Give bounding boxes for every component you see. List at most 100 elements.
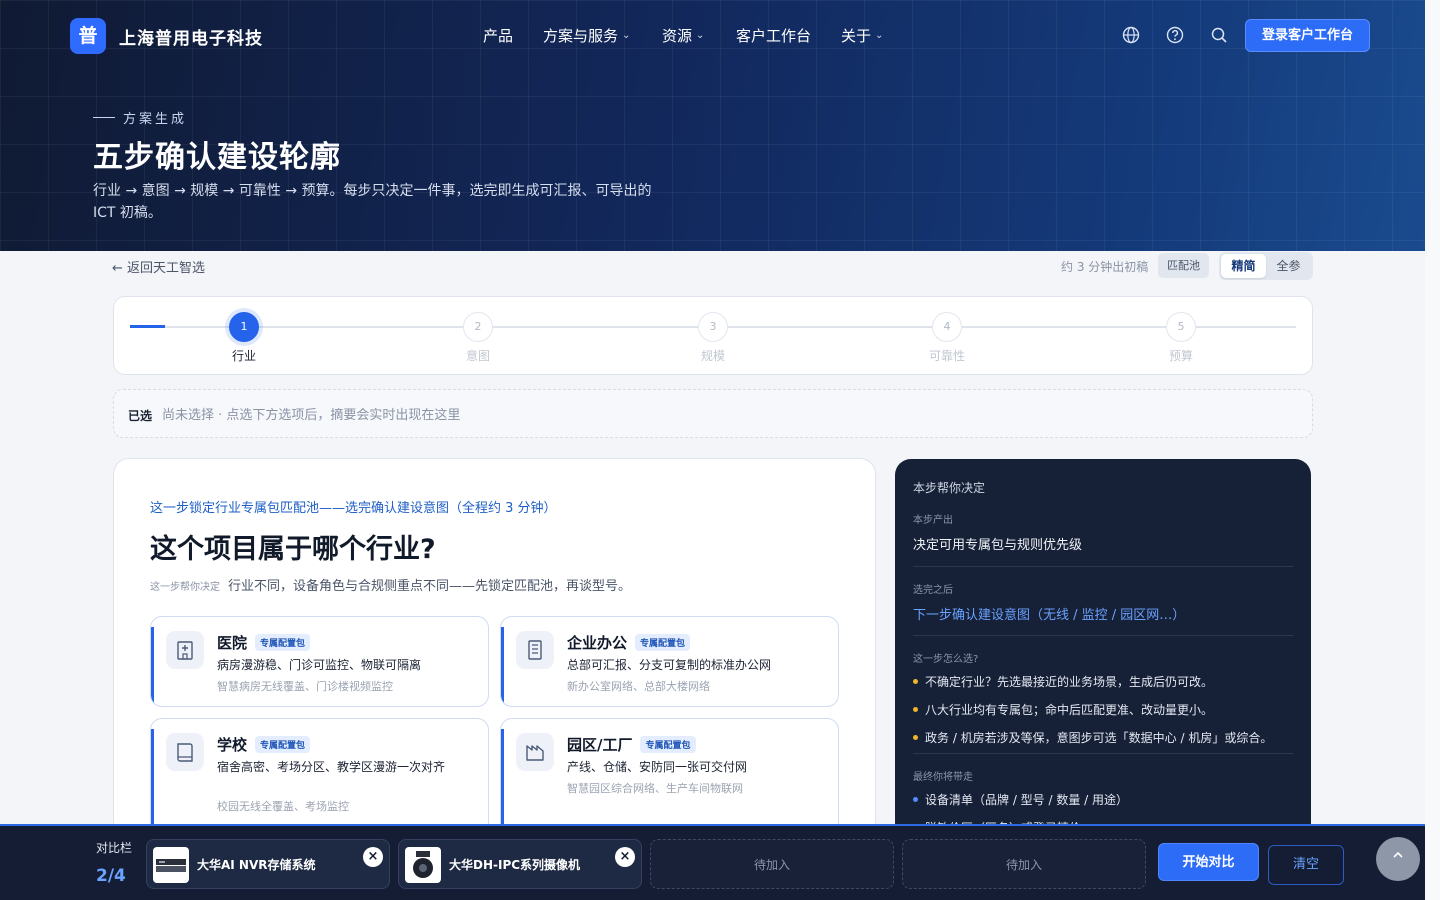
step-label: 可靠性 [928,349,965,363]
bullet [913,679,918,684]
compare-slot-4[interactable]: 待加入 [902,839,1146,889]
back-link[interactable]: ← 返回天工智选 [112,257,205,276]
nvr-thumbnail [153,847,189,883]
step-number: 3 [698,312,728,342]
compare-slot-1[interactable]: 大华AI NVR存储系统 × [146,839,390,889]
question-hint: 这一步帮你决定 行业不同，设备角色与合规侧重点不同——先锁定匹配池，再谈型号。 [150,575,631,594]
step-label: 意图 [465,349,490,363]
scrollbar[interactable] [1425,0,1440,900]
selection-summary: 已选 尚未选择 · 点选下方选项后，摘要会实时出现在这里 [113,389,1313,438]
bullet [913,735,918,740]
chevron-down-icon: ⌄ [696,30,705,41]
side-output-value: 决定可用专属包与规则优先级 [913,538,1083,553]
side-next: 选完之后 下一步确认建设意图（无线 / 监控 / 园区网…） [913,581,1293,623]
chevron-down-icon: ⌄ [875,30,884,41]
compare-slot-3[interactable]: 待加入 [650,839,894,889]
divider [913,753,1293,754]
chevron-down-icon: ⌄ [622,30,631,41]
compare-item-name: 大华AI NVR存储系统 [197,858,316,872]
page-title: 五步确认建设轮廓 [93,140,341,175]
start-compare-button[interactable]: 开始对比 [1158,843,1259,881]
top-nav: 普 上海普用电子科技 产品 方案与服务 ⌄ 资源 ⌄ 客户工作台 关于 ⌄ 登录客户工… [0,0,1425,70]
mode-compact[interactable]: 精简 [1221,254,1266,278]
option-sub: 智慧园区综合网络、生产车间物联网 [567,782,743,795]
bullet [913,797,918,802]
hint-text: 行业不同，设备角色与合规侧重点不同——先锁定匹配池，再谈型号。 [228,579,632,594]
option-title: 企业办公 [567,634,628,652]
industry-option-hospital[interactable]: 医院 专属配置包 病房漫游稳、门诊可监控、物联可隔离 智慧病房无线覆盖、门诊楼视频… [150,616,489,707]
side-how: 这一步怎么选? 不确定行业？先选最接近的业务场景，生成后仍可改。 八大行业均有专… [913,650,1293,746]
step-2[interactable]: 2 意图 [438,312,518,364]
option-desc: 病房漫游稳、门诊可监控、物联可隔离 [217,658,422,672]
exclusive-badge: 专属配置包 [640,736,696,753]
divider [913,566,1293,567]
nav-label: 资源 [662,27,693,45]
step-3[interactable]: 3 规模 [673,312,753,364]
option-name: 医院 专属配置包 [217,632,311,653]
nav-resources[interactable]: 资源 ⌄ [662,25,704,46]
nav-about[interactable]: 关于 ⌄ [841,25,883,46]
clear-button[interactable]: 清空 [1268,845,1344,885]
close-icon[interactable]: × [615,847,635,867]
step-number: 5 [1166,312,1196,342]
hint-prefix: 这一步帮你决定 [150,582,220,593]
compare-placeholder: 待加入 [1005,858,1042,872]
back-to-top-button[interactable] [1376,837,1420,881]
exclusive-badge: 专属配置包 [255,736,311,753]
side-output-label: 本步产出 [913,515,953,526]
hero-description: 行业 → 意图 → 规模 → 可靠性 → 预算。每步只决定一件事，选完即生成可汇… [93,183,652,221]
step-4[interactable]: 4 可靠性 [907,312,987,364]
login-button[interactable]: 登录客户工作台 [1245,19,1370,52]
side-next-value: 下一步确认建设意图（无线 / 监控 / 园区网…） [913,608,1186,623]
mode-full[interactable]: 全参 [1266,254,1311,278]
compare-placeholder: 待加入 [753,858,790,872]
compare-slot-2[interactable]: 大华DH-IPC系列摄像机 × [398,839,642,889]
side-next-label: 选完之后 [913,585,953,596]
step-label: 预算 [1168,349,1193,363]
how-item: 政务 / 机房若涉及等保，意图步可选「数据中心 / 机房」或综合。 [913,729,1293,746]
question-kicker: 这一步锁定行业专属包匹配池——选完确认建设意图（全程约 3 分钟） [150,501,557,516]
industry-option-school[interactable]: 学校 专属配置包 宿舍高密、考场分区、教学区漫游一次对齐 校园无线全覆盖、考场监控 [150,718,489,837]
step-5[interactable]: 5 预算 [1141,312,1221,364]
search-icon[interactable] [1209,25,1229,45]
brand-name[interactable]: 上海普用电子科技 [119,24,263,49]
step-1[interactable]: 1 行业 [204,312,284,364]
step-label: 行业 [231,349,256,363]
option-sub: 新办公室网络、总部大楼网络 [567,680,710,693]
stepper: 1 行业 2 意图 3 规模 4 可靠性 5 预算 [113,296,1313,375]
pool-tag[interactable]: 匹配池 [1158,253,1209,278]
nav-products[interactable]: 产品 [483,25,513,46]
estimate-text: 约 3 分钟出初稿 [1061,260,1149,274]
industry-option-office[interactable]: 企业办公 专属配置包 总部可汇报、分支可复制的标准办公网 新办公室网络、总部大楼网… [500,616,839,707]
side-panel: 本步帮你决定 本步产出 决定可用专属包与规则优先级 选完之后 下一步确认建设意图… [895,459,1311,839]
compare-item-name: 大华DH-IPC系列摄像机 [449,858,581,872]
help-icon[interactable] [1165,25,1185,45]
exclusive-badge: 专属配置包 [635,634,691,651]
side-take-label: 最终你将带走 [913,772,973,783]
option-sub: 智慧病房无线覆盖、门诊楼视频监控 [217,680,393,693]
side-output: 本步产出 决定可用专属包与规则优先级 [913,511,1293,553]
side-how-label: 这一步怎么选? [913,654,979,665]
selection-value: 尚未选择 · 点选下方选项后，摘要会实时出现在这里 [162,408,461,423]
factory-icon [516,733,554,771]
close-icon[interactable]: × [363,847,383,867]
nav-solutions[interactable]: 方案与服务 ⌄ [543,25,630,46]
globe-icon[interactable] [1121,25,1141,45]
industry-option-park[interactable]: 园区/工厂 专属配置包 产线、仓储、安防同一张可交付网 智慧园区综合网络、生产车间… [500,718,839,837]
nav-label: 客户工作台 [736,27,812,45]
how-text: 八大行业均有专属包；命中后匹配更准、改动量更小。 [925,703,1214,717]
exclusive-badge: 专属配置包 [255,634,311,651]
logo[interactable]: 普 [70,18,106,54]
how-text: 政务 / 机房若涉及等保，意图步可选「数据中心 / 机房」或综合。 [925,731,1273,745]
question-card: 这一步锁定行业专属包匹配池——选完确认建设意图（全程约 3 分钟） 这个项目属于… [113,458,876,838]
option-desc: 宿舍高密、考场分区、教学区漫游一次对齐 [217,760,446,774]
compare-label: 对比栏 [96,841,133,855]
book-icon [166,733,204,771]
hero-eyebrow: 方案生成 [93,108,187,127]
divider [913,635,1293,636]
how-text: 不确定行业？先选最接近的业务场景，生成后仍可改。 [925,675,1214,689]
hospital-icon [166,631,204,669]
selection-label: 已选 [128,409,153,423]
compare-bar: 对比栏 2/4 大华AI NVR存储系统 × 大华DH-IPC系列摄像机 × 待… [0,824,1425,900]
nav-workbench[interactable]: 客户工作台 [736,25,811,46]
